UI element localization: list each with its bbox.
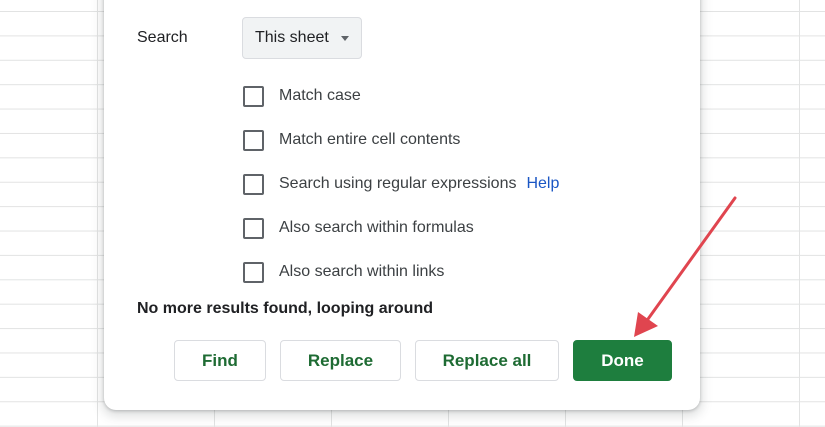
status-message: No more results found, looping around bbox=[137, 300, 433, 317]
regex-help-link[interactable]: Help bbox=[526, 175, 559, 193]
find-button[interactable]: Find bbox=[174, 340, 266, 381]
search-scope-select[interactable]: This sheet bbox=[242, 17, 362, 59]
regex-checkbox[interactable] bbox=[243, 173, 264, 195]
search-links-label[interactable]: Also search within links bbox=[279, 263, 444, 281]
match-entire-cell-label[interactable]: Match entire cell contents bbox=[279, 131, 460, 149]
option-match-entire-cell: Match entire cell contents bbox=[243, 129, 460, 151]
option-search-formulas: Also search within formulas bbox=[243, 217, 474, 239]
match-entire-cell-checkbox[interactable] bbox=[243, 129, 264, 151]
option-search-links: Also search within links bbox=[243, 261, 444, 283]
replace-all-button[interactable]: Replace all bbox=[415, 340, 559, 381]
search-formulas-label[interactable]: Also search within formulas bbox=[279, 219, 474, 237]
search-scope-row: Search This sheet bbox=[137, 16, 362, 60]
search-scope-value: This sheet bbox=[255, 29, 329, 46]
search-links-checkbox[interactable] bbox=[243, 261, 264, 283]
match-case-checkbox[interactable] bbox=[243, 85, 264, 107]
search-formulas-checkbox[interactable] bbox=[243, 217, 264, 239]
search-label: Search bbox=[137, 29, 188, 46]
option-regex: Search using regular expressions Help bbox=[243, 173, 559, 195]
done-button[interactable]: Done bbox=[573, 340, 672, 381]
replace-button[interactable]: Replace bbox=[280, 340, 401, 381]
caret-down-icon bbox=[340, 35, 349, 41]
match-case-label[interactable]: Match case bbox=[279, 87, 361, 105]
regex-label[interactable]: Search using regular expressions bbox=[279, 175, 516, 193]
option-match-case: Match case bbox=[243, 85, 361, 107]
